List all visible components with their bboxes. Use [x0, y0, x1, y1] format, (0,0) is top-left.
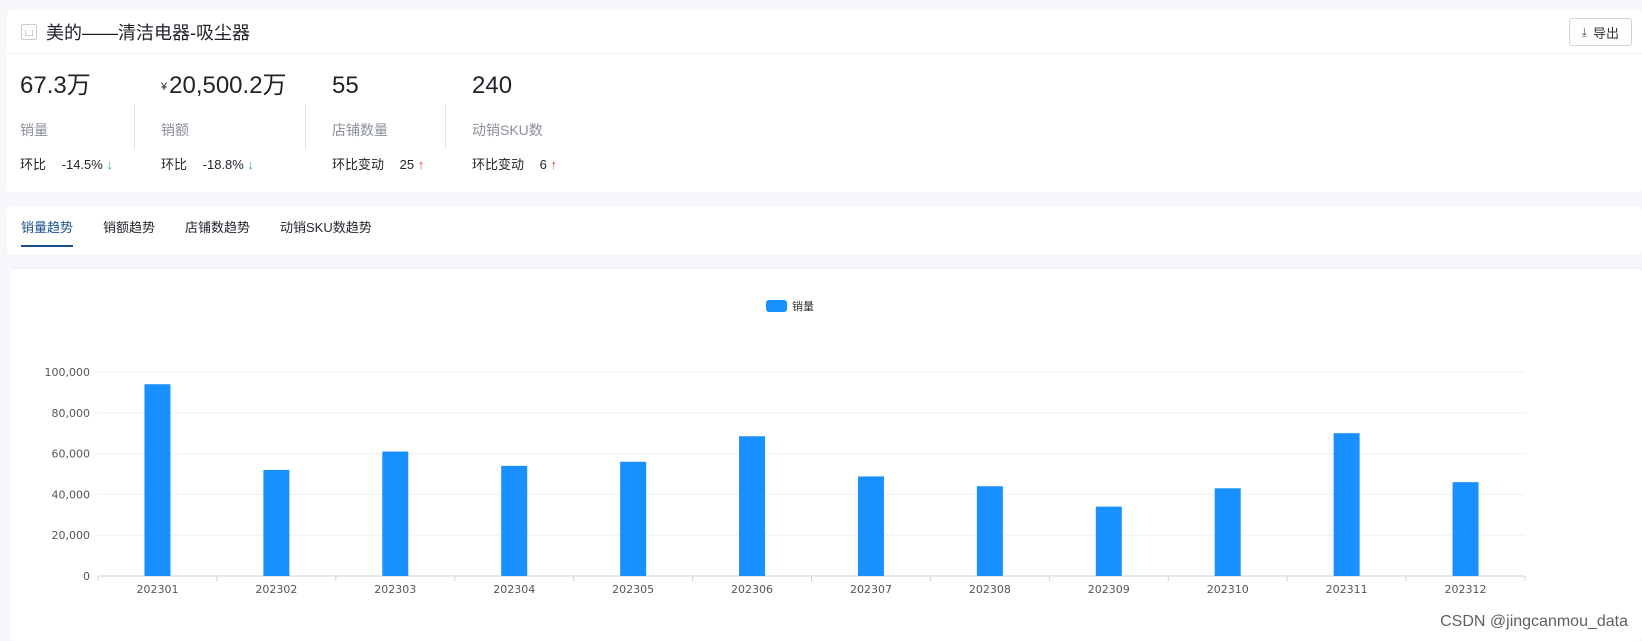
document-icon	[21, 23, 37, 40]
metric-change: 环比变动 6 ↑	[472, 154, 557, 173]
x-tick-label: 202306	[731, 583, 773, 596]
bar	[382, 451, 409, 576]
divider	[305, 104, 306, 149]
x-tick-label: 202308	[969, 583, 1011, 596]
bar	[1095, 506, 1122, 576]
tab-sales-amount-trend[interactable]: 销额趋势	[103, 217, 155, 245]
bar	[620, 461, 647, 576]
metric-sales-amount: ¥20,500.2万 销额 环比 -18.8% ↓	[161, 72, 287, 173]
chart-card: 0 20,000 40,000 60,000 80,000 100,000 202301 20…	[10, 268, 1642, 641]
trend-tabs: 销量趋势 销额趋势 店铺数趋势 动销SKU数趋势	[7, 207, 1642, 255]
summary-card: 美的——清洁电器-吸尘器 ⤓ 导出 67.3万 销量 环比 -14.5% ↓ ¥…	[7, 10, 1642, 192]
x-tick-label: 202309	[1088, 583, 1130, 596]
arrow-down-icon: ↓	[247, 157, 254, 172]
arrow-up-icon: ↑	[550, 157, 558, 172]
metric-active-sku: 240 动销SKU数 环比变动 6 ↑	[472, 72, 557, 173]
bar	[1214, 488, 1241, 576]
bar	[501, 465, 528, 576]
metric-value-text: 20,500.2万	[169, 72, 287, 99]
legend-label: 销量	[792, 299, 814, 313]
change-label: 环比变动	[332, 157, 385, 172]
metric-change: 环比变动 25 ↑	[332, 154, 424, 173]
metric-label: 销额	[161, 122, 189, 138]
arrow-up-icon: ↑	[417, 157, 425, 172]
x-tick-label: 202312	[1445, 583, 1487, 596]
bar	[144, 384, 171, 576]
tab-sales-volume-trend[interactable]: 销量趋势	[21, 217, 74, 247]
watermark: CSDN @jingcanmou_data	[1440, 613, 1628, 630]
change-label: 环比	[161, 157, 188, 172]
x-tick-label: 202301	[136, 583, 178, 596]
bar	[857, 476, 884, 576]
metric-label: 销量	[20, 122, 48, 138]
metric-label: 店铺数量	[332, 122, 388, 138]
tab-store-count-trend[interactable]: 店铺数趋势	[185, 217, 250, 245]
change-value: 25	[399, 157, 415, 172]
x-tick-label: 202311	[1326, 583, 1368, 596]
y-tick-label: 40,000	[52, 488, 91, 501]
x-tick-label: 202304	[493, 583, 535, 596]
sales-volume-bar-chart: 0 20,000 40,000 60,000 80,000 100,000 202301 20…	[45, 299, 1526, 596]
bar	[1333, 433, 1360, 576]
metric-change: 环比 -18.8% ↓	[161, 154, 287, 173]
legend-swatch	[766, 300, 787, 312]
metric-sales-volume: 67.3万 销量 环比 -14.5% ↓	[20, 72, 113, 173]
metric-value: ¥20,500.2万	[161, 72, 287, 100]
y-tick-label: 20,000	[52, 529, 91, 542]
bar	[263, 469, 290, 576]
metric-store-count: 55 店铺数量 环比变动 25 ↑	[332, 72, 424, 173]
change-value: -18.8%	[202, 157, 244, 172]
arrow-down-icon: ↓	[106, 157, 113, 172]
bar	[976, 486, 1003, 576]
x-tick-label: 202303	[374, 583, 416, 596]
page-header: 美的——清洁电器-吸尘器 ⤓ 导出	[7, 10, 1642, 54]
x-tick-label: 202305	[612, 583, 654, 596]
change-label: 环比	[20, 157, 47, 172]
export-label: 导出	[1592, 25, 1619, 41]
y-tick-label: 100,000	[45, 366, 91, 379]
change-value: 6	[539, 157, 547, 172]
bar	[1452, 482, 1479, 576]
y-tick-label: 0	[83, 570, 90, 583]
download-icon: ⤓	[1581, 24, 1587, 39]
bar	[739, 436, 766, 576]
page-title: 美的——清洁电器-吸尘器	[46, 22, 250, 43]
x-tick-label: 202310	[1207, 583, 1249, 596]
metric-value: 240	[472, 72, 513, 99]
y-tick-label: 60,000	[52, 448, 91, 461]
currency-symbol: ¥	[161, 80, 168, 93]
metric-change: 环比 -14.5% ↓	[20, 154, 113, 173]
x-tick-label: 202307	[850, 583, 892, 596]
metric-label: 动销SKU数	[472, 122, 543, 138]
y-tick-label: 80,000	[52, 407, 91, 420]
divider	[445, 104, 446, 149]
metric-value: 55	[332, 72, 359, 99]
x-tick-label: 202302	[255, 583, 297, 596]
change-value: -14.5%	[61, 157, 103, 172]
divider	[134, 104, 135, 149]
tab-active-sku-trend[interactable]: 动销SKU数趋势	[280, 217, 372, 245]
change-label: 环比变动	[472, 157, 525, 172]
metric-value: 67.3万	[20, 72, 91, 99]
export-button[interactable]: ⤓ 导出	[1568, 18, 1632, 46]
